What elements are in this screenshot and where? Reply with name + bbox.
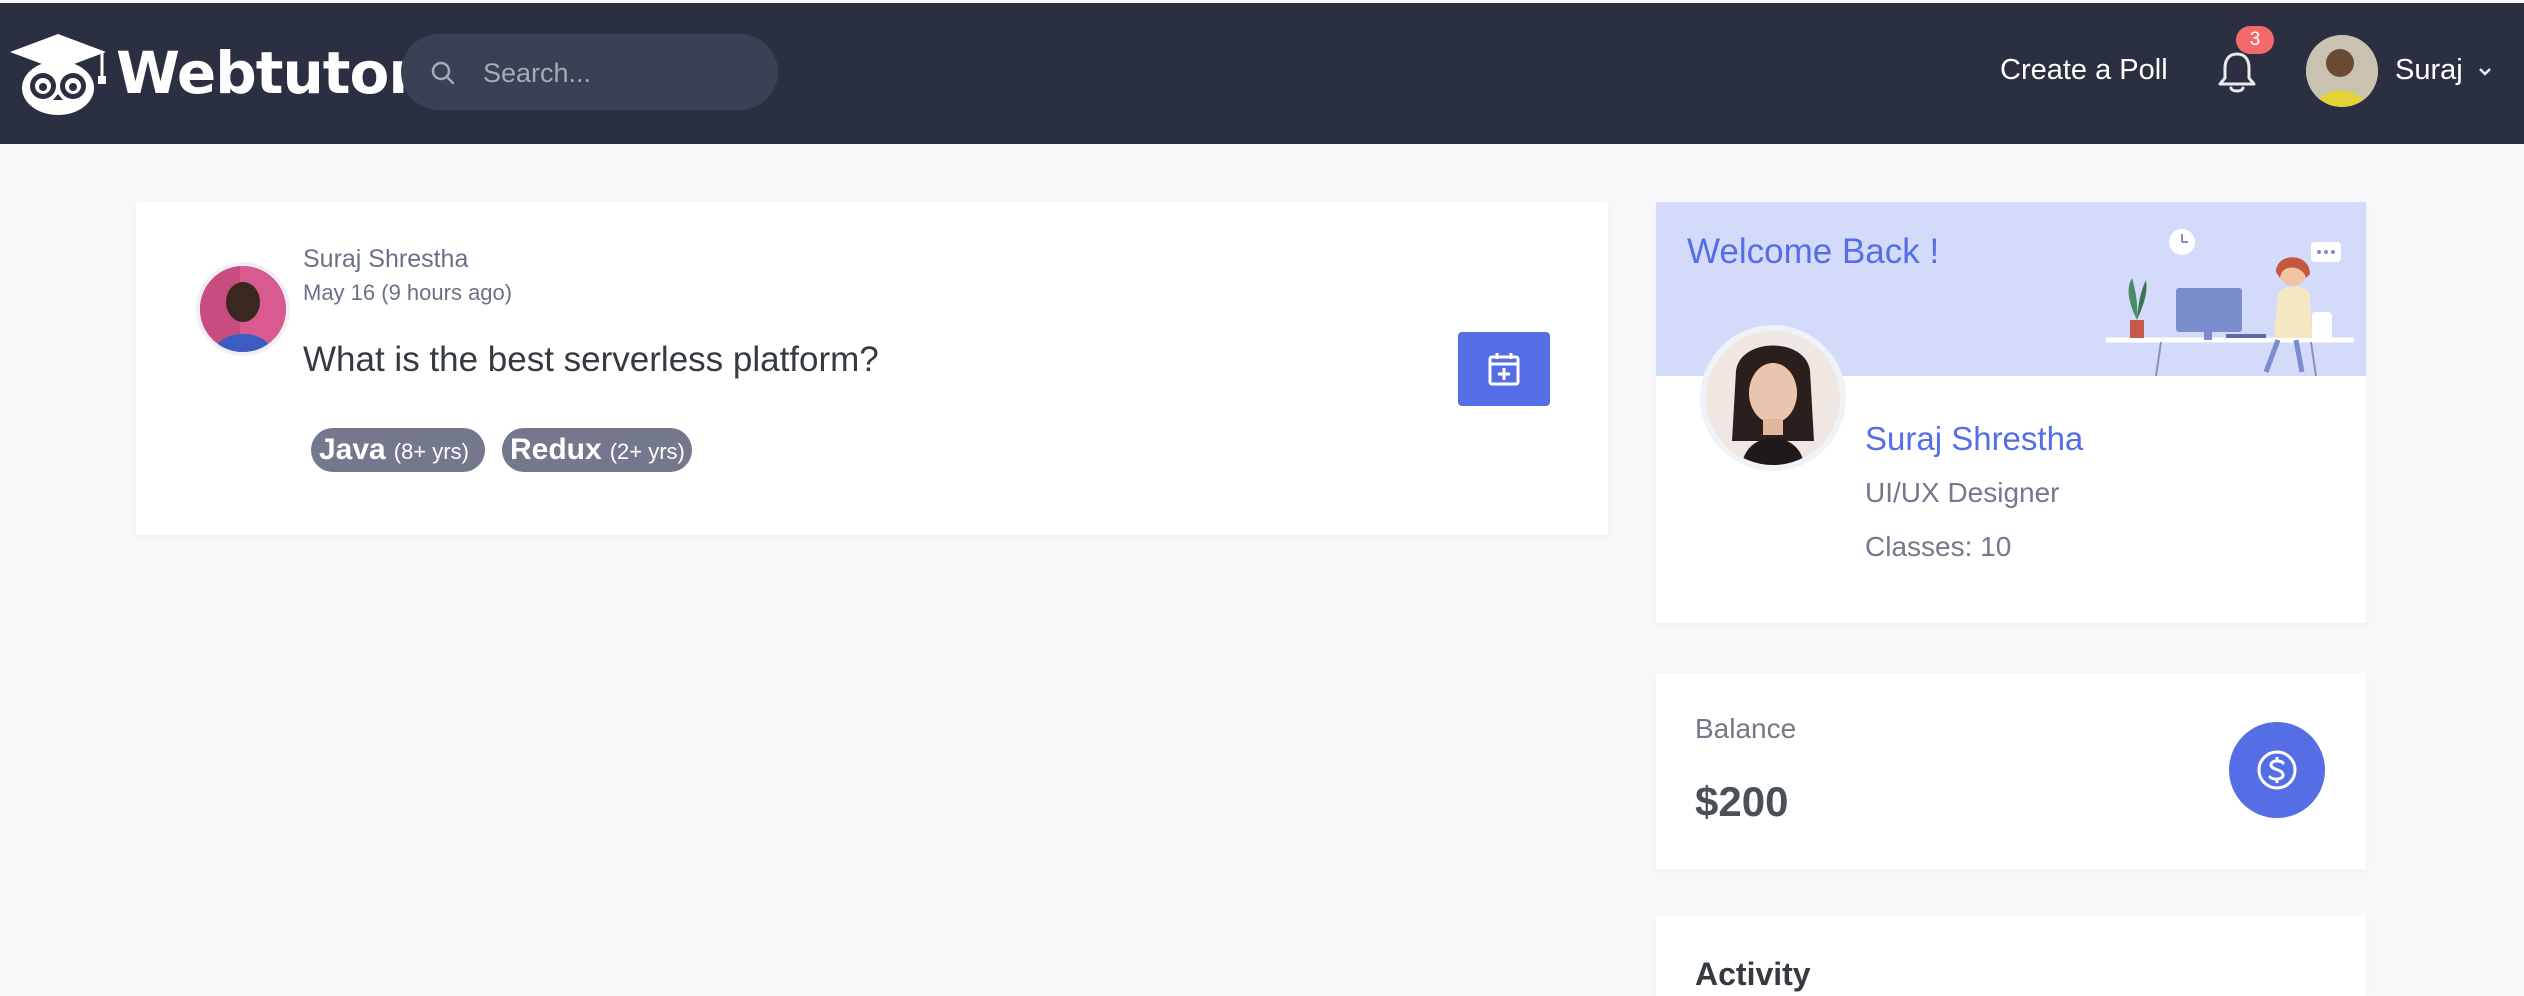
profile-photo — [1706, 331, 1840, 465]
search-input[interactable] — [481, 52, 765, 94]
poll-date: May 16 (9 hours ago) — [303, 280, 513, 305]
profile-classes-count: Classes: 10 — [1865, 531, 2012, 562]
activity-title: Activity — [1695, 956, 1811, 992]
skill-tag: Java (8+ yrs) — [311, 428, 485, 472]
chevron-down-icon[interactable] — [2477, 66, 2493, 78]
user-photo — [2306, 35, 2378, 107]
balance-label: Balance — [1695, 713, 1797, 744]
brand-name: Webtutor — [116, 39, 417, 107]
author-photo — [200, 266, 286, 352]
skill-tag-years: (8+ yrs) — [393, 439, 469, 464]
poll-question[interactable]: What is the best serverless platform? — [303, 340, 879, 380]
bell-icon[interactable] — [2216, 50, 2258, 96]
brand-logo[interactable]: Webtutor — [6, 30, 417, 116]
create-poll-link[interactable]: Create a Poll — [2000, 54, 2168, 87]
search-icon — [431, 61, 455, 85]
notification-count-badge: 3 — [2236, 26, 2274, 54]
user-avatar[interactable] — [2306, 35, 2378, 107]
profile-avatar[interactable] — [1700, 325, 1846, 471]
poll-author-name: Suraj Shrestha — [303, 245, 469, 273]
dollar-circle-icon — [2257, 750, 2297, 790]
user-menu-name[interactable]: Suraj — [2395, 54, 2463, 87]
desk-illustration — [2106, 229, 2354, 376]
skill-tag-years: (2+ yrs) — [609, 439, 685, 464]
calendar-plus-icon — [1488, 353, 1520, 386]
skill-tag-name: Java — [319, 433, 386, 466]
schedule-poll-button[interactable] — [1458, 332, 1550, 406]
profile-role: UI/UX Designer — [1865, 477, 2060, 508]
skill-tag-name: Redux — [510, 433, 602, 466]
balance-icon-badge — [2229, 722, 2325, 818]
search-bar — [401, 34, 778, 110]
balance-value: $200 — [1695, 778, 1789, 825]
owl-graduate-icon — [10, 34, 106, 115]
poll-author-avatar — [196, 262, 290, 356]
welcome-title: Welcome Back ! — [1687, 232, 1940, 271]
skill-tag: Redux (2+ yrs) — [502, 428, 692, 472]
profile-name[interactable]: Suraj Shrestha — [1865, 420, 2083, 458]
